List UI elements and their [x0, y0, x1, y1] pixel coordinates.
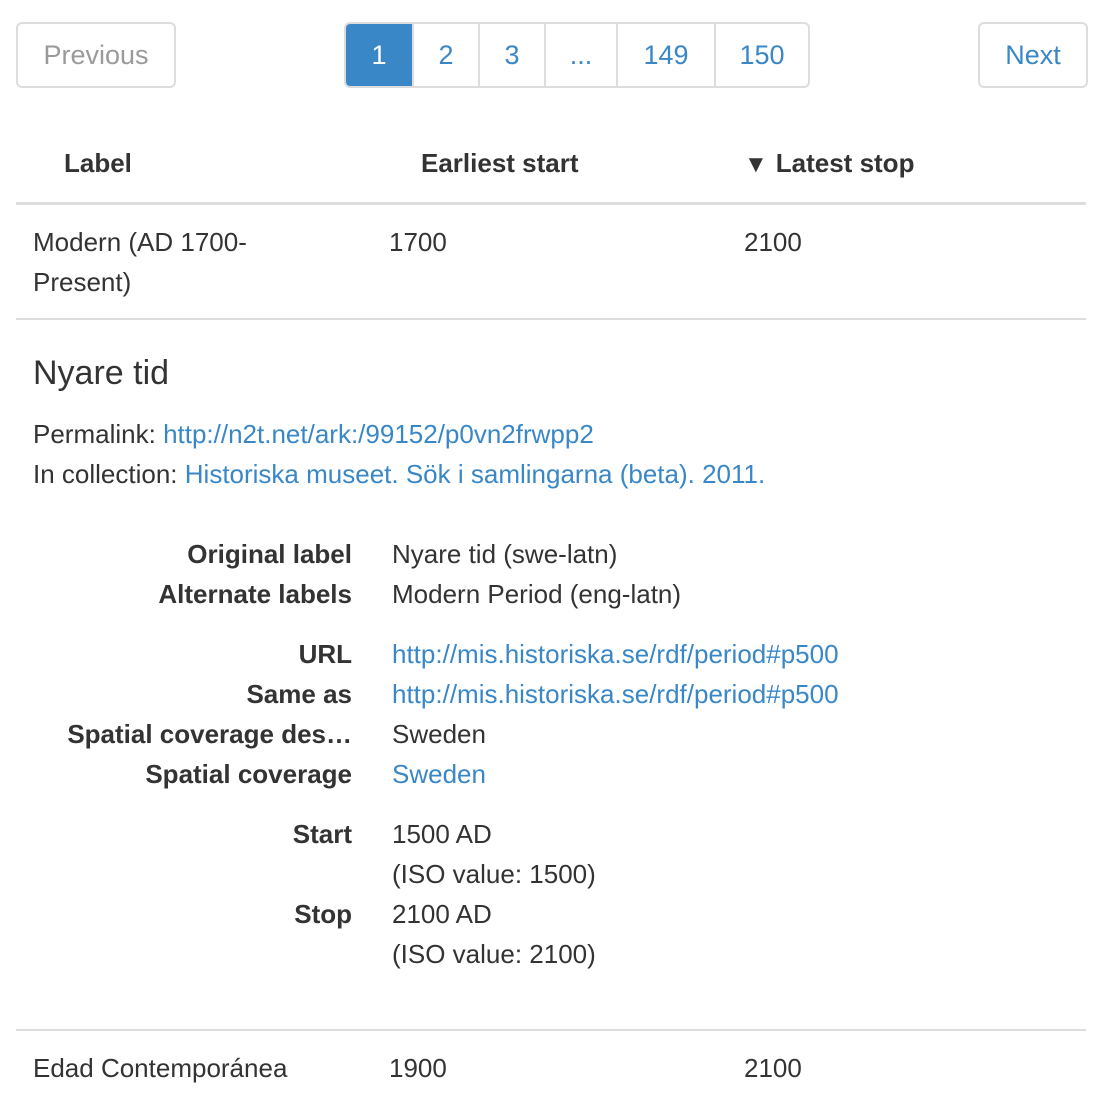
column-header-label[interactable]: Label	[64, 148, 132, 179]
table-row-stop: 2100	[744, 227, 802, 257]
start-key: Start	[292, 819, 352, 849]
row-divider	[16, 1029, 1086, 1031]
table-row-stop: 2100	[744, 1053, 802, 1083]
page-2-button[interactable]: 2	[412, 24, 478, 86]
previous-button[interactable]: Previous	[16, 22, 176, 88]
collection-label: In collection:	[33, 459, 178, 489]
spatial-coverage-description-key: Spatial coverage des…	[67, 719, 352, 749]
page-150-button[interactable]: 150	[714, 24, 808, 86]
stop-value: 2100 AD	[392, 899, 492, 929]
column-header-latest-stop[interactable]: ▼ Latest stop	[744, 148, 914, 179]
spatial-coverage-description-value: Sweden	[392, 719, 486, 749]
table-row-label[interactable]: Modern (AD 1700- Present)	[33, 222, 247, 302]
detail-title: Nyare tid	[33, 354, 170, 392]
pagination: 1 2 3 ... 149 150	[344, 22, 810, 88]
table-row-start: 1700	[389, 227, 447, 257]
row-label-line-2: Present)	[33, 267, 132, 297]
page-1-button[interactable]: 1	[346, 24, 412, 86]
permalink-line: Permalink: http://n2t.net/ark:/99152/p0v…	[33, 414, 594, 454]
original-label-key: Original label	[187, 539, 352, 569]
alternate-labels-key: Alternate labels	[158, 579, 352, 609]
page-149-button[interactable]: 149	[616, 24, 714, 86]
row-label-line-1: Modern (AD 1700-	[33, 227, 247, 257]
original-label-value: Nyare tid (swe-latn)	[392, 539, 618, 569]
permalink-link[interactable]: http://n2t.net/ark:/99152/p0vn2frwpp2	[163, 419, 594, 449]
same-as-link[interactable]: http://mis.historiska.se/rdf/period#p500	[392, 674, 839, 714]
page-ellipsis[interactable]: ...	[544, 24, 616, 86]
next-button[interactable]: Next	[978, 22, 1088, 88]
table-row-label[interactable]: Edad Contemporánea	[33, 1048, 287, 1088]
spatial-coverage-key: Spatial coverage	[145, 759, 352, 789]
header-divider	[16, 202, 1086, 205]
url-key: URL	[298, 639, 352, 669]
spatial-coverage-link[interactable]: Sweden	[392, 754, 486, 794]
table-row-start: 1900	[389, 1053, 447, 1083]
stop-key: Stop	[294, 899, 352, 929]
same-as-key: Same as	[246, 679, 352, 709]
url-link[interactable]: http://mis.historiska.se/rdf/period#p500	[392, 634, 839, 674]
column-header-earliest-start[interactable]: Earliest start	[421, 148, 579, 179]
collection-line: In collection: Historiska museet. Sök i …	[33, 454, 765, 494]
stop-iso-value: (ISO value: 2100)	[392, 939, 596, 969]
start-value: 1500 AD	[392, 819, 492, 849]
permalink-label: Permalink:	[33, 419, 156, 449]
collection-link[interactable]: Historiska museet. Sök i samlingarna (be…	[185, 459, 765, 489]
alternate-labels-value: Modern Period (eng-latn)	[392, 579, 682, 609]
sort-descending-icon: ▼	[744, 151, 768, 178]
row-divider	[16, 318, 1086, 320]
start-iso-value: (ISO value: 1500)	[392, 859, 596, 889]
page-3-button[interactable]: 3	[478, 24, 544, 86]
column-header-latest-stop-label: Latest stop	[775, 148, 915, 178]
